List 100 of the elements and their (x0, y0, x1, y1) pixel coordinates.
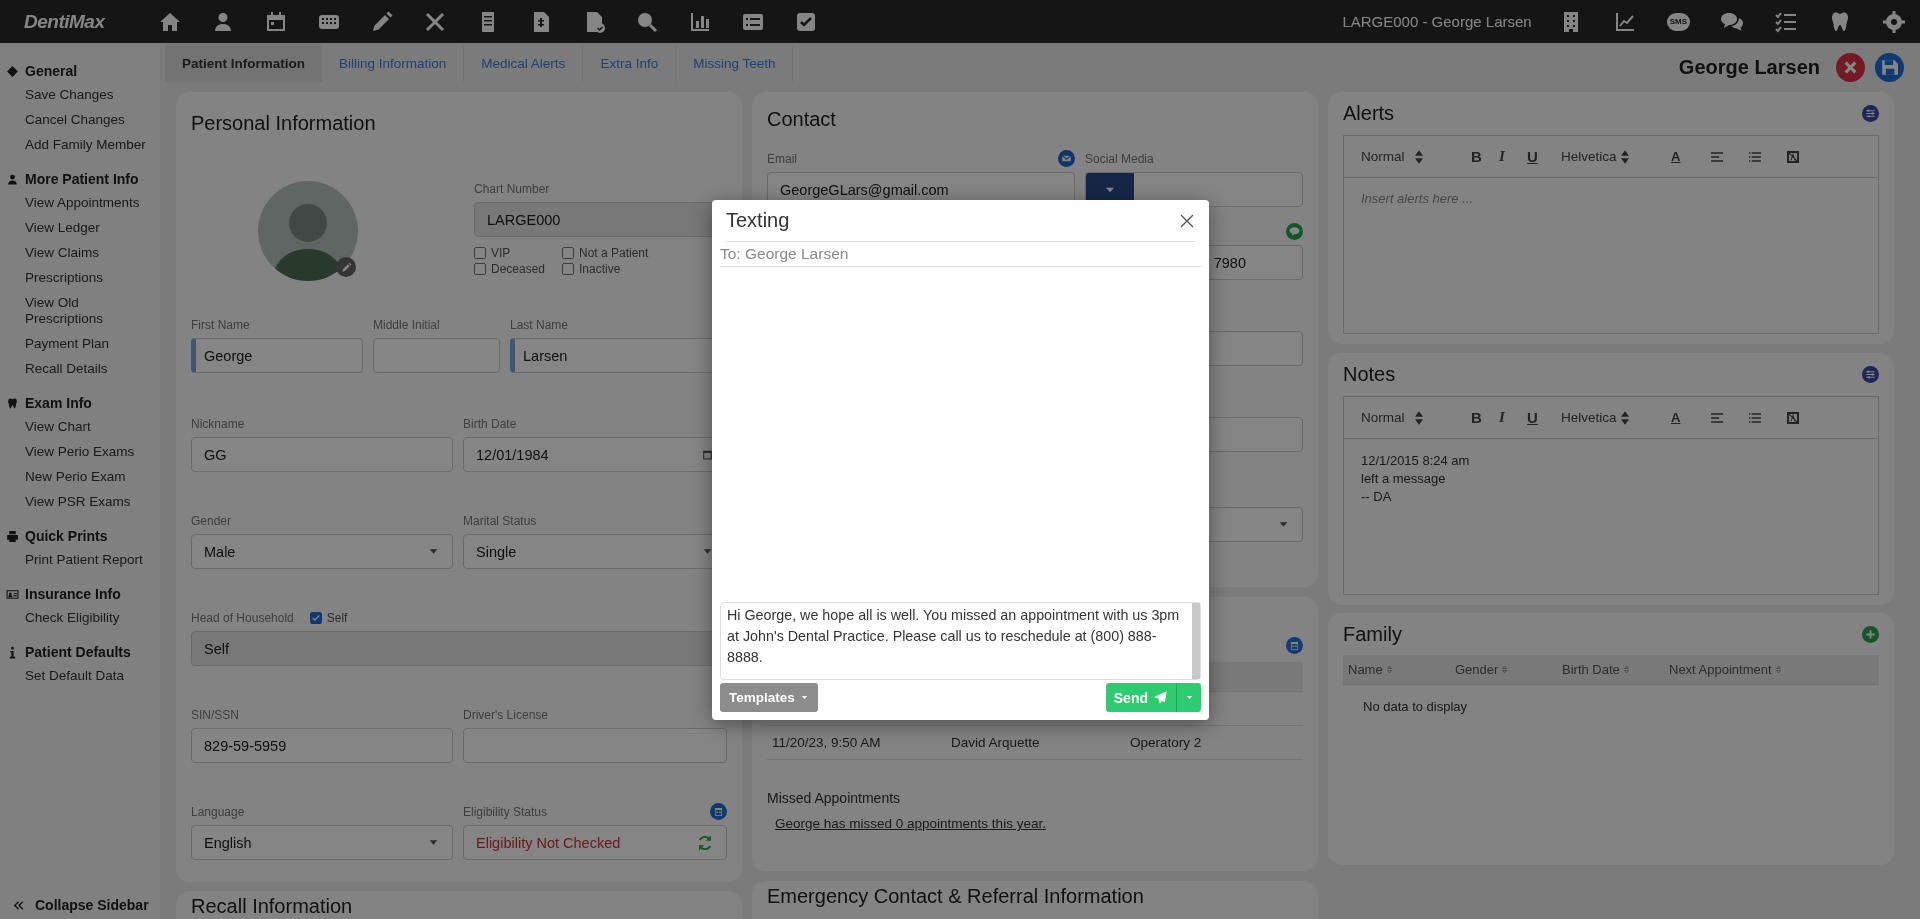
sms-icon[interactable]: SMS (1666, 12, 1690, 31)
note-line: -- DA (1361, 488, 1393, 506)
font-dropdown[interactable]: Helvetica (1561, 409, 1649, 426)
sidebar-item[interactable]: View Ledger (0, 216, 157, 241)
refresh-icon[interactable] (696, 833, 714, 852)
tab[interactable]: Missing Teeth (676, 44, 794, 82)
clear-format-icon[interactable] (1785, 409, 1801, 426)
checkbox[interactable] (474, 247, 486, 259)
field-label: Eligibility Status (463, 804, 548, 819)
style-dropdown[interactable]: Normal (1361, 148, 1449, 165)
checkbox[interactable] (309, 611, 322, 624)
save-circle-icon[interactable] (1875, 53, 1904, 82)
message-field[interactable]: Hi George, we hope all is well. You missed an appointment with us 3pm at John's Dental Practice. Please call us to reschedule at (800) 888-8888. (720, 602, 1201, 680)
sidebar-item[interactable]: Cancel Changes (0, 108, 157, 133)
text-color-button[interactable]: A (1671, 149, 1709, 164)
font-dropdown[interactable]: Helvetica (1561, 148, 1649, 165)
sidebar-item[interactable]: View Old Prescriptions (0, 291, 157, 332)
style-dropdown[interactable]: Normal (1361, 409, 1449, 426)
dropdown[interactable]: English (191, 825, 453, 860)
sidebar-item[interactable]: View Chart (0, 415, 157, 440)
sidebar-item[interactable]: View Perio Exams (0, 440, 157, 465)
tab[interactable]: Patient Information (165, 44, 322, 82)
checkbox[interactable] (562, 263, 574, 275)
column-header[interactable]: Name (1348, 662, 1383, 677)
dropdown[interactable]: Male (191, 534, 453, 569)
chat-bubble-icon[interactable] (1286, 223, 1303, 240)
sidebar-item[interactable]: View Claims (0, 241, 157, 266)
format-button[interactable]: B (1471, 409, 1499, 426)
checkbox[interactable] (562, 247, 574, 259)
field-value: Male (204, 543, 236, 560)
sliders-icon[interactable] (1862, 104, 1879, 122)
field-label: Gender (191, 513, 232, 528)
sidebar-item[interactable]: Check Eligibility (0, 606, 157, 631)
field-label: Birth Date (463, 416, 517, 431)
sidebar-item[interactable]: Set Default Data (0, 664, 157, 689)
sidebar-item[interactable]: Add Family Member (0, 133, 157, 158)
sidebar-item[interactable]: Prescriptions (0, 266, 157, 291)
tab[interactable]: Medical Alerts (464, 44, 584, 82)
edit-photo-button[interactable] (336, 257, 356, 277)
plane-icon (1153, 690, 1168, 705)
sidebar-item[interactable]: Payment Plan (0, 332, 157, 357)
sort-icon (1773, 665, 1783, 674)
text-field[interactable] (373, 338, 500, 373)
close-icon[interactable] (1179, 212, 1195, 229)
text-color-button[interactable]: A (1671, 410, 1709, 425)
card-title: Family (1343, 622, 1402, 646)
field-label: Last Name (510, 317, 569, 332)
sidebar-item[interactable]: New Perio Exam (0, 465, 157, 490)
logo[interactable]: DentiMax (24, 10, 158, 33)
id-card-icon (6, 587, 19, 601)
sidebar-heading: Insurance Info (25, 586, 121, 602)
format-button[interactable]: I (1499, 409, 1527, 426)
checkbox[interactable] (474, 263, 486, 275)
chevrons-icon[interactable] (12, 898, 25, 912)
note-line: left a message (1361, 470, 1447, 488)
field-label: Nickname (191, 416, 245, 431)
sort-icon (1621, 665, 1631, 674)
sidebar-item[interactable]: View PSR Exams (0, 490, 157, 515)
text-field[interactable]: George (191, 338, 363, 373)
calendar-small-icon (701, 448, 714, 461)
tab[interactable]: Extra Info (583, 44, 677, 82)
templates-button[interactable]: Templates (720, 683, 818, 712)
editor-box[interactable]: Normal B I U Helvetica A Insert alerts here ... (1343, 135, 1879, 334)
mail-icon[interactable] (1058, 150, 1075, 167)
field-value: Eligibility Not Checked (476, 834, 621, 851)
column-header[interactable]: Birth Date (1562, 662, 1620, 677)
close-circle-icon[interactable] (1836, 53, 1865, 82)
text-field[interactable]: GG (191, 437, 453, 472)
collapse-sidebar-link[interactable]: Collapse Sidebar (35, 897, 149, 913)
text-field[interactable] (463, 728, 727, 763)
format-button[interactable]: U (1527, 409, 1555, 426)
tab[interactable]: Billing Information (322, 44, 465, 82)
calendar-icon[interactable] (264, 9, 288, 34)
format-button[interactable]: U (1527, 148, 1555, 165)
sidebar-heading: More Patient Info (25, 171, 139, 187)
scrollbar[interactable] (1192, 603, 1200, 679)
sidebar-item[interactable]: View Appointments (0, 191, 157, 216)
sidebar-item[interactable]: Save Changes (0, 83, 157, 108)
sidebar-heading: Quick Prints (25, 528, 108, 544)
section-label: Missed Appointments (767, 790, 902, 806)
column-header[interactable]: Gender (1455, 662, 1499, 677)
pencil-icon[interactable] (370, 9, 394, 34)
sliders-icon[interactable] (1862, 365, 1879, 383)
column-header[interactable]: Next Appointment (1669, 662, 1772, 677)
editor-box[interactable]: Normal B I U Helvetica A 12/1/2015 8:24 am left a message -- DA (1343, 396, 1879, 595)
gear-icon[interactable] (1882, 9, 1906, 34)
recipient-field: To: George Larsen (720, 242, 1201, 267)
sidebar-item[interactable]: Recall Details (0, 357, 157, 382)
plus-icon[interactable] (1862, 625, 1879, 643)
format-button[interactable]: I (1499, 148, 1527, 165)
table-cell-text: David Arquette (951, 735, 1041, 750)
sidebar-item[interactable]: Print Patient Report (0, 548, 157, 573)
calendar-badge-icon[interactable] (710, 803, 727, 820)
missed-appointments-link[interactable]: George has missed 0 appointments this year. (775, 816, 1046, 831)
clear-format-icon[interactable] (1785, 148, 1801, 165)
person-icon (6, 172, 19, 186)
pencil-icon (340, 261, 352, 273)
format-button[interactable]: B (1471, 148, 1499, 165)
text-field[interactable]: 829-59-5959 (191, 728, 453, 763)
calendar-badge-icon[interactable] (1286, 637, 1303, 654)
